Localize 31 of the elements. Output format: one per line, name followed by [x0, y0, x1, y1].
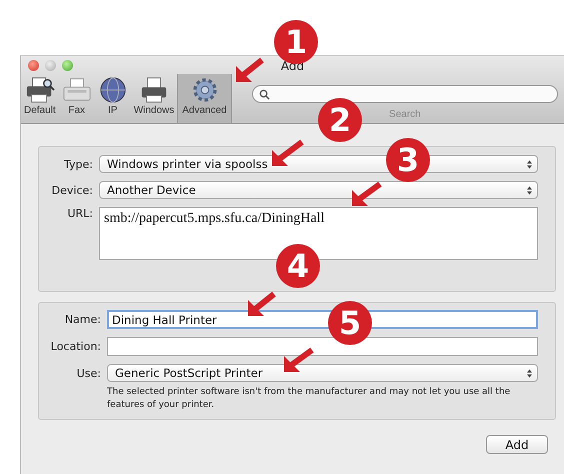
url-label: URL:: [66, 207, 93, 220]
globe-icon: [98, 76, 128, 104]
arrow: [248, 292, 276, 316]
use-label: Use:: [76, 366, 101, 380]
device-dropdown[interactable]: Another Device: [99, 181, 538, 199]
updown-arrows-icon: [527, 186, 532, 194]
arrow: [352, 182, 382, 206]
printer-icon: [24, 76, 55, 104]
arrow: [236, 58, 264, 82]
location-label: Location:: [50, 340, 101, 353]
arrow: [272, 140, 304, 166]
toolbar-button[interactable]: Fax: [58, 74, 95, 123]
toolbar-button[interactable]: Advanced: [177, 74, 232, 123]
toolbar-button[interactable]: Windows: [130, 74, 178, 123]
location-field[interactable]: [107, 337, 538, 356]
zoom-button[interactable]: [62, 60, 73, 70]
search-field[interactable]: [252, 85, 558, 103]
search-label: Search: [389, 109, 421, 120]
toolbar-button[interactable]: IP: [94, 74, 131, 123]
use-dropdown[interactable]: Generic PostScript Printer: [107, 364, 538, 382]
toolbar-button[interactable]: Default: [21, 74, 59, 123]
device-label: Device:: [50, 184, 93, 196]
updown-arrows-icon: [527, 368, 532, 378]
arrow: [284, 348, 314, 372]
type-label: Type:: [63, 158, 93, 170]
close-button[interactable]: [28, 60, 39, 70]
updown-arrows-icon: [527, 160, 532, 168]
name-label: Name:: [64, 313, 101, 326]
search-icon: [258, 88, 270, 100]
add-button[interactable]: Add: [486, 435, 548, 454]
driver-warning: The selected printer software isn't from the manufacturer and may not let you use all the features of your printer.: [107, 386, 512, 412]
